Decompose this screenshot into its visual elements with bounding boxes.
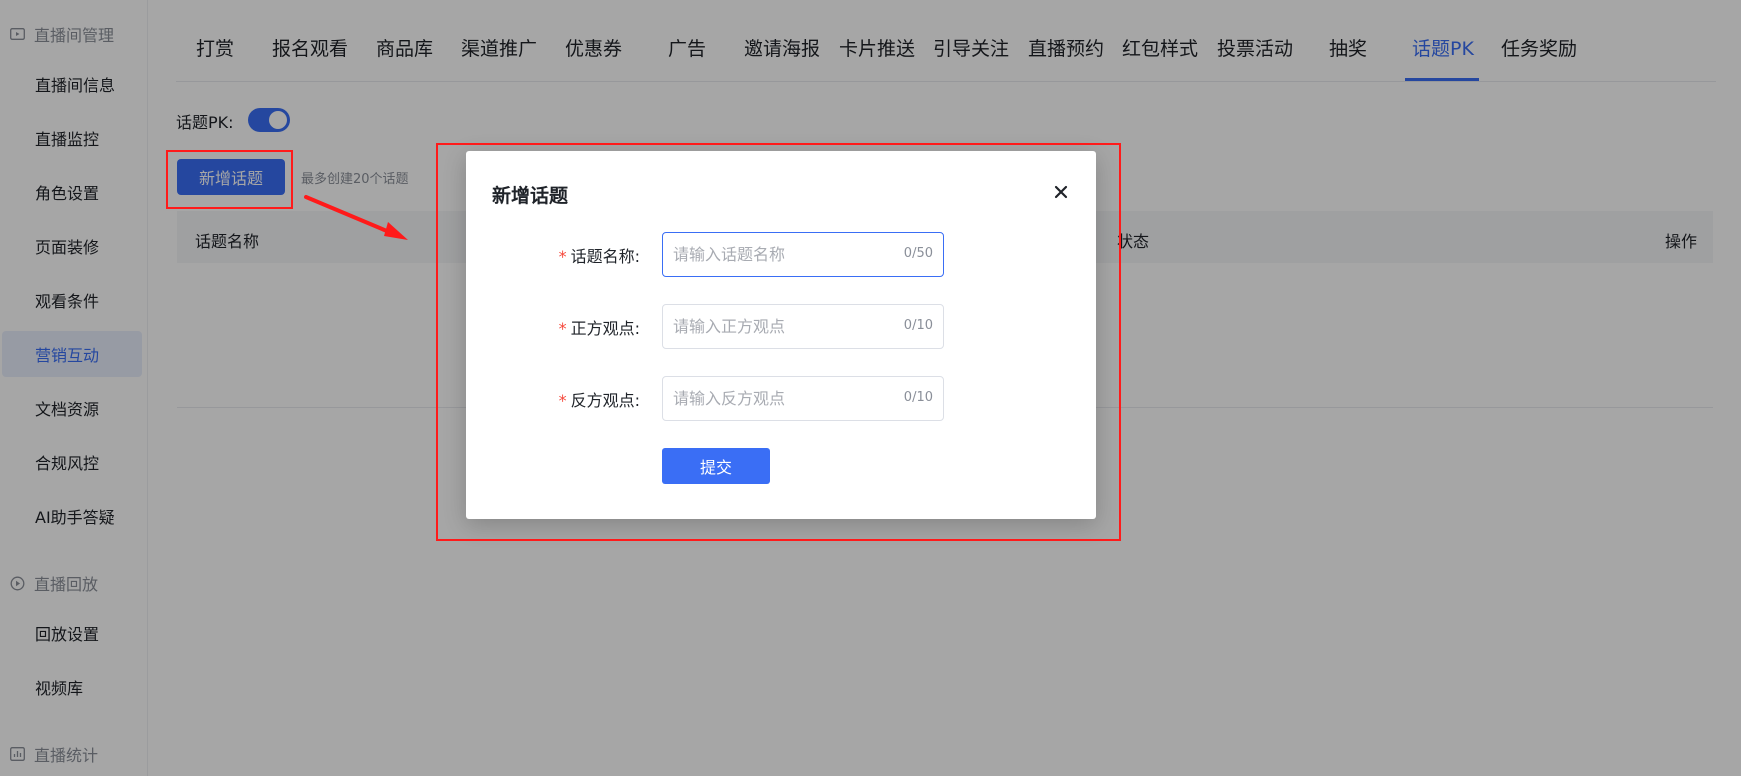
con-side-counter: 0/10 <box>903 390 933 405</box>
required-mark: * <box>558 247 567 266</box>
pro-side-field: 0/10 <box>662 304 944 349</box>
pro-side-label: * 正方观点: <box>558 319 640 338</box>
con-side-label: * 反方观点: <box>558 391 640 410</box>
pro-side-counter: 0/10 <box>903 318 933 333</box>
add-topic-modal: 新增话题 *话题名称: 0/50 *正方观点: 0/10 *反方观点: 0/10… <box>466 151 1096 519</box>
pro-side-input[interactable] <box>673 305 893 348</box>
required-mark: * <box>558 391 567 410</box>
con-side-field: 0/10 <box>662 376 944 421</box>
required-mark: * <box>558 319 567 338</box>
modal-title: 新增话题 <box>492 185 569 207</box>
submit-button[interactable]: 提交 <box>662 448 770 484</box>
topic-name-label: * 话题名称: <box>558 247 640 266</box>
con-side-input[interactable] <box>673 377 893 420</box>
close-icon[interactable] <box>1050 181 1072 203</box>
annotation-arrow-icon <box>304 195 408 240</box>
highlight-box-add-button <box>166 150 293 209</box>
topic-name-input[interactable] <box>673 233 893 276</box>
topic-name-field: 0/50 <box>662 232 944 277</box>
topic-name-counter: 0/50 <box>903 246 933 261</box>
